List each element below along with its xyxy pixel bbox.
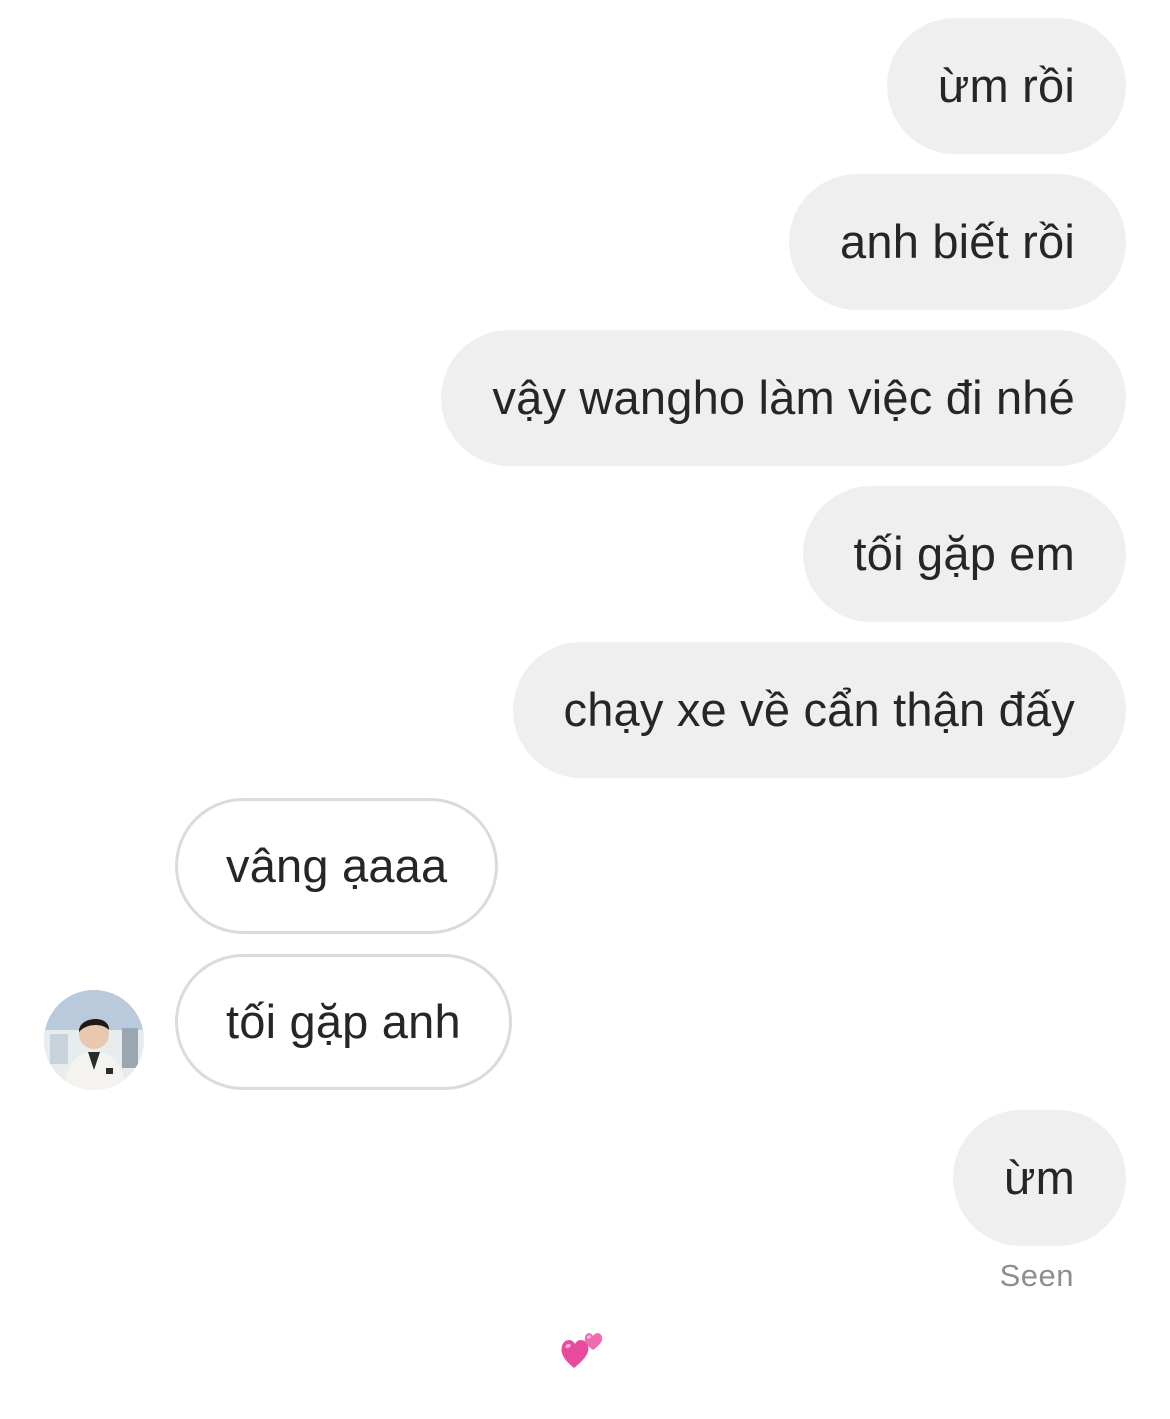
incoming-message-bubble[interactable]: vâng ạaaa [175,798,499,934]
outgoing-message-bubble[interactable]: anh biết rồi [789,174,1126,310]
message-text: vậy wangho làm việc đi nhé [492,371,1075,424]
message-text: tối gặp em [853,527,1075,580]
seen-status: Seen [999,1258,1074,1293]
message-text: ừm [1003,1151,1075,1204]
incoming-message-bubble[interactable]: tối gặp anh [175,954,512,1090]
outgoing-message-bubble[interactable]: vậy wangho làm việc đi nhé [441,330,1126,466]
outgoing-message-bubble[interactable]: ừm [952,1110,1126,1246]
avatar-photo-icon [44,990,144,1090]
outgoing-message-bubble[interactable]: chạy xe về cẩn thận đấy [512,642,1126,778]
message-text: vâng ạaaa [226,839,448,892]
two-hearts-icon[interactable] [560,1326,608,1372]
message-text: anh biết rồi [840,215,1075,268]
contact-avatar[interactable] [44,990,144,1090]
outgoing-message-bubble[interactable]: ừm rồi [886,18,1126,154]
outgoing-message-bubble[interactable]: tối gặp em [802,486,1126,622]
message-text: tối gặp anh [226,995,461,1048]
message-text: chạy xe về cẩn thận đấy [563,683,1075,736]
hearts-emoji-graphic [561,1333,603,1368]
message-text: ừm rồi [937,59,1075,112]
